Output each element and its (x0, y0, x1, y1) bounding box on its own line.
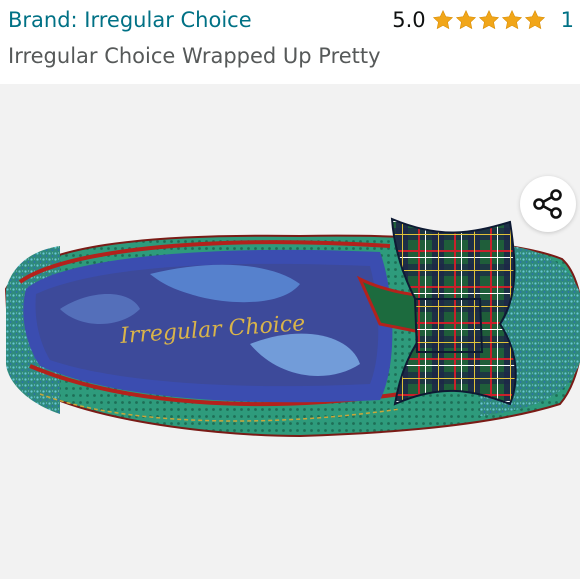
star-icon (432, 10, 453, 30)
star-icon (524, 10, 545, 30)
star-icon (501, 10, 522, 30)
star-icon (455, 10, 476, 30)
product-header: Brand: Irregular Choice 5.0 1 Irregular … (0, 0, 580, 84)
rating-value: 5.0 (392, 8, 426, 32)
review-count[interactable]: 1 (561, 8, 574, 32)
product-image-area[interactable]: Irregular Choice (0, 84, 580, 579)
product-photo: Irregular Choice (4, 217, 580, 438)
brand-link[interactable]: Brand: Irregular Choice (8, 8, 252, 32)
star-icon (478, 10, 499, 30)
share-icon (533, 189, 562, 219)
share-button[interactable] (520, 176, 576, 232)
product-title: Irregular Choice Wrapped Up Pretty (8, 44, 381, 68)
rating-summary[interactable]: 5.0 1 (392, 8, 574, 32)
star-rating (432, 9, 547, 31)
